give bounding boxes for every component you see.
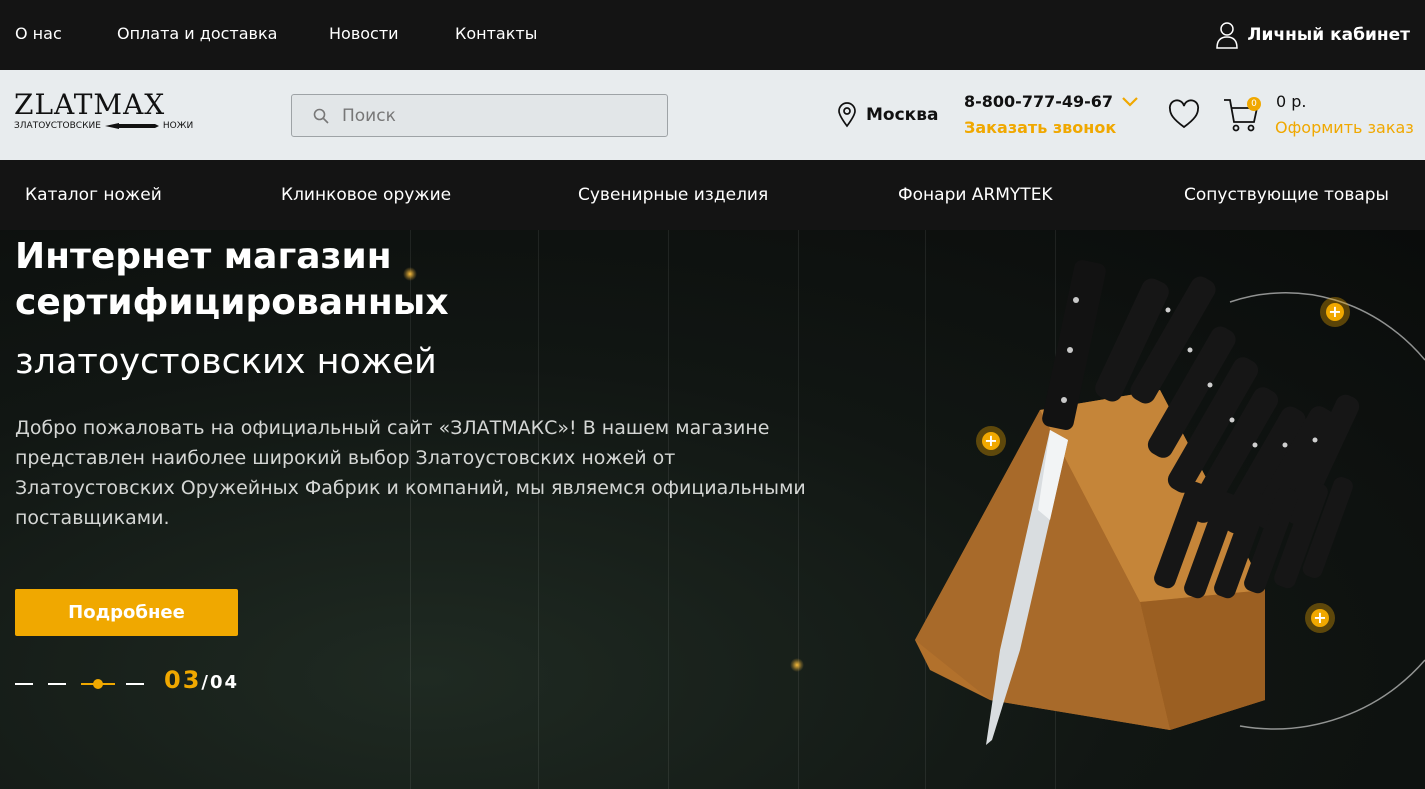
- nav-item-related-goods[interactable]: Сопуствующие товары: [1184, 185, 1389, 205]
- user-icon: [1216, 22, 1239, 49]
- slide-current: 03: [164, 666, 202, 694]
- nav-item-souvenirs[interactable]: Сувенирные изделия: [578, 185, 768, 205]
- hotspot-plus-label: +: [984, 431, 998, 450]
- hotspot-plus-3[interactable]: +: [1305, 603, 1335, 633]
- top-link-about[interactable]: О нас: [15, 24, 62, 43]
- checkout-link[interactable]: Оформить заказ: [1275, 118, 1414, 137]
- phone-number[interactable]: 8-800-777-49-67: [964, 92, 1139, 111]
- more-button[interactable]: Подробнее: [15, 589, 238, 636]
- chevron-down-icon[interactable]: [1121, 96, 1139, 108]
- logo[interactable]: ZLATMAX ЗЛАТОУСТОВСКИЕ НОЖИ: [14, 90, 204, 140]
- hero-description: Добро пожаловать на официальный сайт «ЗЛ…: [15, 417, 806, 529]
- city-label: Москва: [866, 105, 939, 125]
- hero-slider: Интернет магазин сертифицированных злато…: [0, 230, 1425, 789]
- cart-count-badge: 0: [1247, 97, 1261, 111]
- bokeh-light: [790, 658, 804, 672]
- hero-title: Интернет магазин сертифицированных: [15, 236, 449, 323]
- location-pin-icon: [838, 102, 856, 128]
- slide-dot-2[interactable]: [48, 683, 66, 685]
- logo-subtitle: ЗЛАТОУСТОВСКИЕ НОЖИ: [14, 121, 204, 131]
- nav-item-knife-catalog[interactable]: Каталог ножей: [25, 185, 162, 205]
- slider-pagination: [15, 676, 155, 692]
- nav-item-bladed-weapons[interactable]: Клинковое оружие: [281, 185, 451, 205]
- logo-sub-left: ЗЛАТОУСТОВСКИЕ: [14, 121, 101, 131]
- top-link-news[interactable]: Новости: [329, 24, 399, 43]
- city-selector[interactable]: Москва: [836, 102, 938, 128]
- slide-total: /04: [201, 672, 240, 693]
- nav-item-armytek[interactable]: Фонари ARMYTEK: [898, 185, 1053, 205]
- header: ZLATMAX ЗЛАТОУСТОВСКИЕ НОЖИ Москва 8-800…: [0, 70, 1425, 160]
- hotspot-plus-label: +: [1328, 302, 1342, 321]
- hero-subtitle: златоустовских ножей: [15, 342, 437, 382]
- hotspot-plus-2[interactable]: +: [976, 426, 1006, 456]
- phone-label: 8-800-777-49-67: [964, 92, 1114, 111]
- active-slide-marker: [93, 679, 103, 689]
- search-input[interactable]: [342, 95, 642, 136]
- callback-link[interactable]: Заказать звонок: [964, 118, 1116, 137]
- top-link-contacts[interactable]: Контакты: [455, 24, 537, 43]
- slide-dot-4[interactable]: [126, 683, 144, 685]
- hotspot-plus-label: +: [1313, 608, 1327, 627]
- top-bar: О нас Оплата и доставка Новости Контакты…: [0, 0, 1425, 70]
- slide-dot-1[interactable]: [15, 683, 33, 685]
- knife-blade-icon: [104, 123, 159, 129]
- heart-icon[interactable]: [1168, 99, 1200, 131]
- search-box: [291, 94, 668, 137]
- hotspot-plus-1[interactable]: +: [1320, 297, 1350, 327]
- account-label: Личный кабинет: [1247, 25, 1410, 45]
- cart-sum: 0 р.: [1276, 92, 1307, 111]
- top-link-payment-delivery[interactable]: Оплата и доставка: [117, 24, 277, 43]
- search-icon: [313, 108, 329, 124]
- logo-wordmark: ZLATMAX: [14, 88, 166, 121]
- account-link[interactable]: Личный кабинет: [1215, 20, 1410, 50]
- main-nav: Каталог ножей Клинковое оружие Сувенирны…: [0, 160, 1425, 230]
- slide-counter: 03/04: [164, 666, 239, 694]
- logo-sub-right: НОЖИ: [162, 121, 194, 131]
